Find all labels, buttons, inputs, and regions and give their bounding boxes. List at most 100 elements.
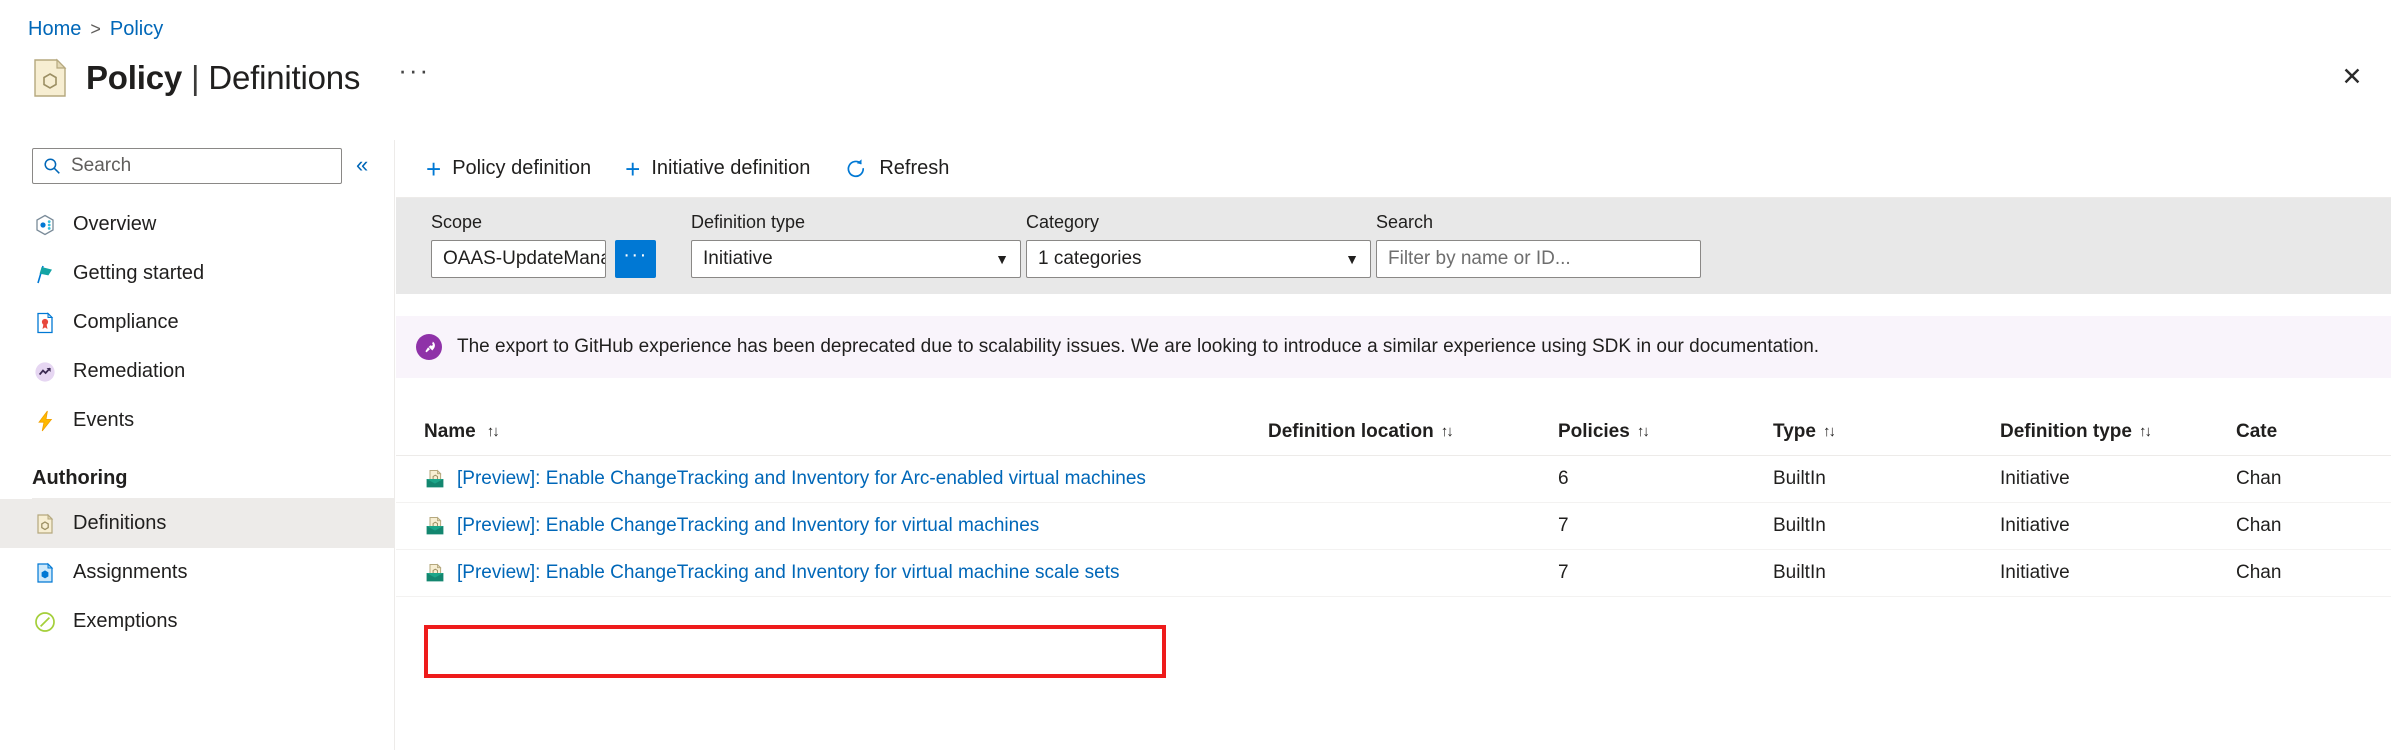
sidebar-item-label: Getting started [73, 262, 205, 284]
row-policies: 6 [1558, 468, 1569, 489]
refresh-icon [847, 158, 865, 177]
column-header-definition-type[interactable]: Definition type ↑↓ [2000, 421, 2236, 443]
sidebar-item-assignments[interactable]: Assignments [0, 548, 394, 597]
filter-search-input[interactable]: Filter by name or ID... [1376, 240, 1701, 278]
add-policy-definition-button[interactable]: + Policy definition [426, 156, 591, 182]
sort-icon: ↑↓ [1822, 423, 1836, 440]
remediation-icon [32, 359, 58, 385]
chevron-down-icon: ▼ [1345, 251, 1359, 267]
sidebar-item-label: Overview [73, 213, 157, 235]
sidebar-item-label: Exemptions [73, 610, 178, 632]
row-name-link[interactable]: [Preview]: Enable ChangeTracking and Inv… [457, 515, 1039, 537]
row-type: BuiltIn [1773, 515, 1826, 536]
sidebar-item-exemptions[interactable]: Exemptions [0, 597, 394, 646]
row-policies: 7 [1558, 515, 1569, 536]
column-header-policies[interactable]: Policies ↑↓ [1558, 421, 1773, 443]
page-title-text: Policy | Definitions [86, 59, 360, 97]
column-header-label: Definition location [1268, 420, 1434, 442]
sidebar-item-label: Events [73, 409, 135, 431]
sidebar-item-compliance[interactable]: Compliance [0, 298, 394, 347]
breadcrumb-separator: > [90, 19, 101, 39]
deprecation-banner-text: The export to GitHub experience has been… [457, 336, 1820, 357]
search-placeholder: Search [71, 155, 132, 176]
scope-label: Scope [431, 212, 483, 232]
column-header-label: Name [424, 420, 476, 442]
sidebar-nav: Overview Getting started Compliance Reme… [0, 200, 394, 646]
sidebar-item-getting-started[interactable]: Getting started [0, 249, 394, 298]
collapse-sidebar-button[interactable]: « [356, 153, 368, 179]
sidebar-item-label: Assignments [73, 561, 188, 583]
table-row[interactable]: [Preview]: Enable ChangeTracking and Inv… [396, 503, 2391, 550]
overview-icon [32, 212, 58, 238]
refresh-label: Refresh [879, 157, 950, 179]
exemptions-icon [32, 609, 58, 635]
column-header-label: Policies [1558, 420, 1630, 442]
row-name-cell: [Preview]: Enable ChangeTracking and Inv… [424, 562, 1268, 584]
table-row[interactable]: [Preview]: Enable ChangeTracking and Inv… [396, 550, 2391, 597]
add-initiative-definition-button[interactable]: + Initiative definition [625, 156, 810, 182]
row-name-link[interactable]: [Preview]: Enable ChangeTracking and Inv… [457, 468, 1146, 490]
sidebar-item-remediation[interactable]: Remediation [0, 347, 394, 396]
table-row[interactable]: [Preview]: Enable ChangeTracking and Inv… [396, 456, 2391, 503]
title-sub: Definitions [208, 58, 361, 96]
assignments-icon [32, 560, 58, 586]
main-content: + Policy definition + Initiative definit… [396, 140, 2391, 750]
sidebar: Search « Overview Getting started Compli… [0, 140, 395, 750]
command-toolbar: + Policy definition + Initiative definit… [396, 140, 2391, 198]
column-header-category[interactable]: Cate [2236, 421, 2356, 443]
add-initiative-definition-label: Initiative definition [651, 157, 811, 179]
definition-type-select[interactable]: Initiative ▼ [691, 240, 1021, 278]
row-definition-type: Initiative [2000, 562, 2070, 583]
title-main: Policy [86, 58, 183, 96]
column-header-name[interactable]: Name ↑↓ [424, 421, 1268, 443]
row-name-cell: [Preview]: Enable ChangeTracking and Inv… [424, 515, 1268, 537]
row-category: Chan [2236, 468, 2282, 489]
category-select[interactable]: 1 categories ▼ [1026, 240, 1371, 278]
plus-icon: + [426, 153, 442, 184]
policy-definitions-page: Home > Policy Policy | Definitions ··· ✕ [0, 0, 2391, 750]
table-header-row: Name ↑↓ Definition location ↑↓ Policies … [396, 408, 2391, 456]
sidebar-search-row: Search « [0, 140, 394, 184]
close-button[interactable]: ✕ [2335, 60, 2369, 94]
column-header-label: Type [1773, 420, 1816, 442]
breadcrumb-home[interactable]: Home [28, 18, 81, 41]
sidebar-item-definitions[interactable]: Definitions [0, 499, 394, 548]
column-header-label: Cate [2236, 420, 2278, 442]
category-value: 1 categories [1038, 248, 1142, 269]
compliance-icon [32, 310, 58, 336]
refresh-button[interactable]: Refresh [844, 157, 949, 181]
search-filter: Search Filter by name or ID... [1376, 212, 1701, 278]
scope-browse-button[interactable]: ··· [615, 240, 656, 278]
sidebar-item-events[interactable]: Events [0, 396, 394, 445]
sort-icon: ↑↓ [2138, 423, 2152, 440]
definition-type-value: Initiative [703, 248, 773, 269]
row-definition-type: Initiative [2000, 468, 2070, 489]
scope-input[interactable]: OAAS-UpdateManagem... [431, 240, 606, 278]
lightning-icon [32, 408, 58, 434]
sort-icon: ↑↓ [486, 423, 500, 440]
row-name-link[interactable]: [Preview]: Enable ChangeTracking and Inv… [457, 562, 1120, 584]
sidebar-item-label: Definitions [73, 512, 167, 534]
rocket-icon [416, 334, 442, 360]
definition-type-filter: Definition type Initiative ▼ [691, 212, 1021, 278]
more-options-button[interactable]: ··· [398, 55, 430, 86]
breadcrumb-policy[interactable]: Policy [110, 18, 163, 41]
plus-icon: + [625, 153, 641, 184]
chevron-down-icon: ▼ [995, 251, 1009, 267]
initiative-icon [424, 562, 446, 584]
filter-bar: Scope OAAS-UpdateManagem... ··· Definiti… [396, 198, 2391, 294]
category-filter: Category 1 categories ▼ [1026, 212, 1371, 278]
sidebar-item-label: Remediation [73, 360, 186, 382]
add-policy-definition-label: Policy definition [452, 157, 592, 179]
search-input[interactable]: Search [32, 148, 342, 184]
sort-icon: ↑↓ [1440, 423, 1454, 440]
search-icon [44, 158, 60, 174]
category-label: Category [1026, 212, 1100, 232]
row-type: BuiltIn [1773, 562, 1826, 583]
sidebar-item-overview[interactable]: Overview [0, 200, 394, 249]
column-header-definition-location[interactable]: Definition location ↑↓ [1268, 421, 1558, 443]
breadcrumb: Home > Policy [28, 18, 163, 41]
column-header-type[interactable]: Type ↑↓ [1773, 421, 2000, 443]
row-category: Chan [2236, 562, 2282, 583]
row-name-cell: [Preview]: Enable ChangeTracking and Inv… [424, 468, 1268, 490]
